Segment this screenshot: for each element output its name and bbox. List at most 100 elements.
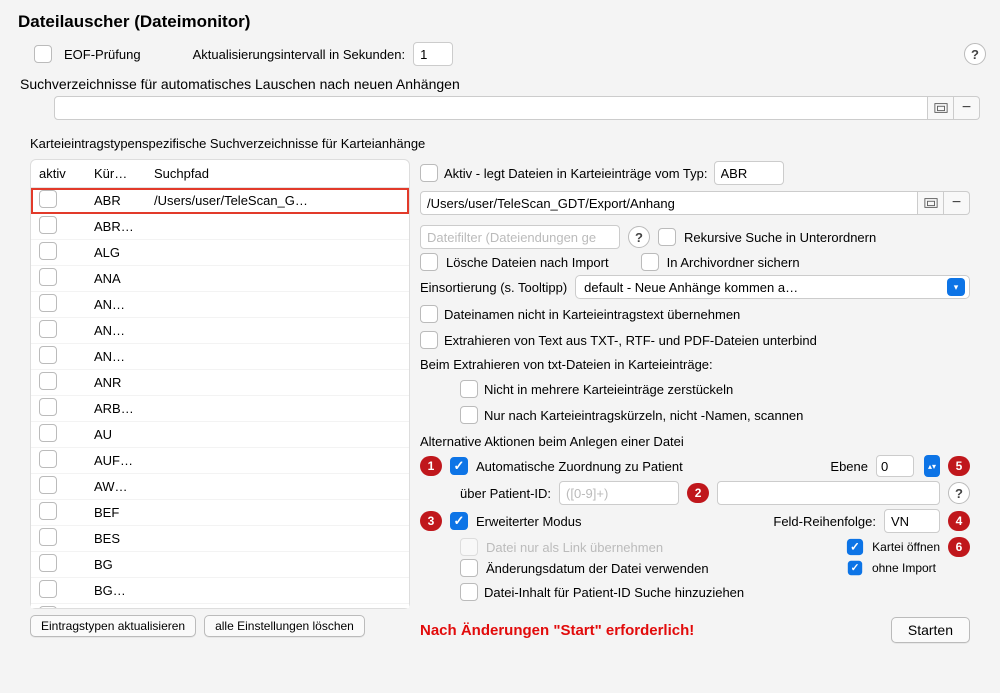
row-aktiv-check[interactable]	[39, 528, 57, 546]
chevron-updown-icon: ▾	[947, 278, 965, 296]
path-browse-icon[interactable]	[918, 191, 944, 215]
row-aktiv-check[interactable]	[39, 346, 57, 364]
alt-head: Alternative Aktionen beim Anlegen einer …	[420, 434, 970, 449]
table-row[interactable]: ARB…	[31, 396, 409, 422]
table-row[interactable]: AN…	[31, 292, 409, 318]
kartei-open-check[interactable]: ✓	[847, 539, 863, 555]
clear-all-button[interactable]: alle Einstellungen löschen	[204, 615, 365, 637]
annotation-5: 5	[948, 456, 970, 476]
table-row[interactable]: ABR…	[31, 214, 409, 240]
warning-text: Nach Änderungen "Start" erforderlich!	[420, 622, 694, 639]
extract-check[interactable]	[420, 331, 438, 349]
interval-label: Aktualisierungsintervall in Sekunden:	[193, 47, 405, 62]
auto-assign-check[interactable]: ✓	[450, 457, 468, 475]
table-row[interactable]: BES	[31, 526, 409, 552]
row-kuerzel: AUF…	[94, 453, 154, 468]
table-row[interactable]: BEF	[31, 500, 409, 526]
annotation-1: 1	[420, 456, 442, 476]
help-icon[interactable]: ?	[964, 43, 986, 65]
table-row[interactable]: BG…	[31, 578, 409, 604]
extract-opt1-check[interactable]	[460, 380, 478, 398]
row-aktiv-check[interactable]	[39, 606, 57, 608]
extract-opt2-check[interactable]	[460, 406, 478, 424]
page-title: Dateilauscher (Dateimonitor)	[18, 12, 986, 32]
sort-select-value: default - Neue Anhänge kommen a…	[584, 280, 941, 295]
annotation-3: 3	[420, 511, 442, 531]
table-row[interactable]: AW…	[31, 474, 409, 500]
row-kuerzel: ABR	[94, 193, 154, 208]
col-aktiv[interactable]: aktiv	[39, 166, 94, 181]
stepper-updown-icon[interactable]: ▴▾	[924, 455, 940, 477]
aktiv-label: Aktiv - legt Dateien in Karteieinträge v…	[444, 166, 708, 181]
archive-check[interactable]	[641, 253, 659, 271]
browse-icon[interactable]	[928, 96, 954, 120]
row-aktiv-check[interactable]	[39, 554, 57, 572]
patid-help-icon[interactable]: ?	[948, 482, 970, 504]
table-row[interactable]: BIO	[31, 604, 409, 608]
recursive-check[interactable]	[658, 228, 676, 246]
ext-mode-label: Erweiterter Modus	[476, 514, 581, 529]
table-row[interactable]: BG	[31, 552, 409, 578]
extract-head: Beim Extrahieren von txt-Dateien in Kart…	[420, 357, 970, 372]
row-aktiv-check[interactable]	[39, 268, 57, 286]
archive-label: In Archivordner sichern	[667, 255, 800, 270]
row-kuerzel: ARB…	[94, 401, 154, 416]
no-filename-check[interactable]	[420, 305, 438, 323]
row-suchpfad: /Users/user/TeleScan_G…	[154, 193, 401, 208]
remove-button[interactable]: −	[954, 96, 980, 120]
row-aktiv-check[interactable]	[39, 450, 57, 468]
start-button[interactable]: Starten	[891, 617, 970, 643]
row-aktiv-check[interactable]	[39, 502, 57, 520]
table-row[interactable]: AU	[31, 422, 409, 448]
table-row[interactable]: ALG	[31, 240, 409, 266]
table-row[interactable]: AN…	[31, 318, 409, 344]
path-remove-button[interactable]: −	[944, 191, 970, 215]
filter-input[interactable]	[420, 225, 620, 249]
row-aktiv-check[interactable]	[39, 398, 57, 416]
table-row[interactable]: ABR/Users/user/TeleScan_G…	[31, 188, 409, 214]
table-row[interactable]: AN…	[31, 344, 409, 370]
table-row[interactable]: ANR	[31, 370, 409, 396]
row-aktiv-check[interactable]	[39, 476, 57, 494]
row-kuerzel: BG	[94, 557, 154, 572]
row-aktiv-check[interactable]	[39, 294, 57, 312]
ext-mode-check[interactable]: ✓	[450, 512, 468, 530]
eof-check[interactable]	[34, 45, 52, 63]
row-aktiv-check[interactable]	[39, 242, 57, 260]
auto-assign-label: Automatische Zuordnung zu Patient	[476, 459, 683, 474]
row-aktiv-check[interactable]	[39, 216, 57, 234]
path-input[interactable]	[420, 191, 918, 215]
row-aktiv-check[interactable]	[39, 580, 57, 598]
content-search-check[interactable]	[460, 583, 478, 601]
col-kuerzel[interactable]: Kür…	[94, 166, 154, 181]
patid-extra-input[interactable]	[717, 481, 940, 505]
delete-after-check[interactable]	[420, 253, 438, 271]
field-order-input[interactable]	[884, 509, 940, 533]
row-aktiv-check[interactable]	[39, 372, 57, 390]
row-kuerzel: AW…	[94, 479, 154, 494]
searchdirs-label: Suchverzeichnisse für automatisches Laus…	[20, 76, 986, 92]
row-aktiv-check[interactable]	[39, 320, 57, 338]
interval-input[interactable]	[413, 42, 453, 66]
col-suchpfad[interactable]: Suchpfad	[154, 166, 401, 181]
aktiv-check[interactable]	[420, 164, 438, 182]
row-kuerzel: ANA	[94, 271, 154, 286]
annotation-6: 6	[948, 537, 970, 557]
table-row[interactable]: ANA	[31, 266, 409, 292]
refresh-types-button[interactable]: Eintragstypen aktualisieren	[30, 615, 196, 637]
searchdirs-input[interactable]	[54, 96, 928, 120]
sort-select[interactable]: default - Neue Anhänge kommen a… ▾	[575, 275, 970, 299]
ohne-import-label: ohne Import	[872, 561, 936, 575]
aktiv-type-input[interactable]	[714, 161, 784, 185]
filter-help-icon[interactable]: ?	[628, 226, 650, 248]
eof-check-label: EOF-Prüfung	[64, 47, 141, 62]
no-filename-label: Dateinamen nicht in Karteieintragstext ü…	[444, 307, 740, 322]
moddate-check[interactable]	[460, 559, 478, 577]
ebene-stepper[interactable]: 0	[876, 455, 914, 477]
row-kuerzel: ABR…	[94, 219, 154, 234]
table-row[interactable]: AUF…	[31, 448, 409, 474]
row-aktiv-check[interactable]	[39, 190, 57, 208]
ohne-import-check[interactable]: ✓	[848, 561, 862, 575]
patid-input[interactable]	[559, 481, 679, 505]
row-aktiv-check[interactable]	[39, 424, 57, 442]
